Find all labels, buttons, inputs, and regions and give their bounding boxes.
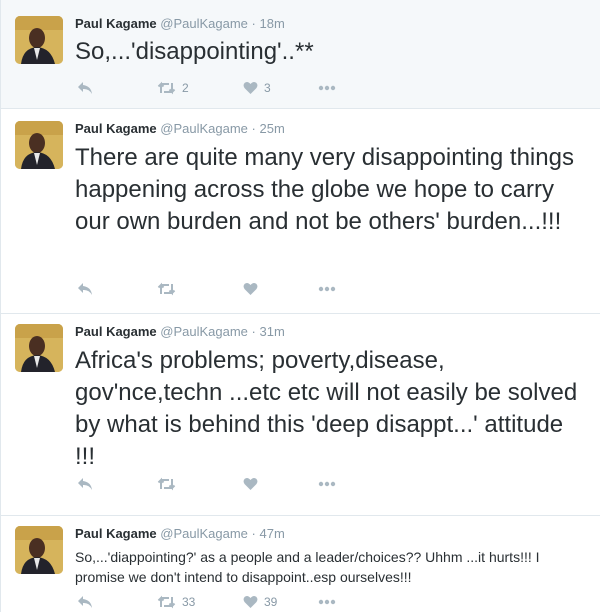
- tweet-time[interactable]: · 47m: [252, 526, 285, 541]
- retweet-icon: [157, 282, 176, 296]
- tweet[interactable]: Paul Kagame @PaulKagame · 25m There are …: [1, 109, 600, 314]
- tweet-text: So,...'diappointing?' as a people and a …: [75, 549, 540, 585]
- profile-photo: [15, 324, 63, 372]
- avatar[interactable]: [15, 121, 63, 169]
- retweet-button[interactable]: 33: [157, 592, 195, 612]
- author-handle[interactable]: @PaulKagame: [160, 324, 248, 339]
- reply-icon: [78, 283, 92, 295]
- reply-icon: [78, 478, 92, 490]
- tweet-time[interactable]: · 31m: [252, 324, 285, 339]
- tweet-time[interactable]: · 25m: [252, 121, 285, 136]
- like-button[interactable]: 3: [243, 78, 271, 98]
- author-handle[interactable]: @PaulKagame: [160, 121, 248, 136]
- heart-icon: [243, 595, 258, 608]
- profile-photo: [15, 16, 63, 64]
- tweet[interactable]: Paul Kagame @PaulKagame · 47m So,...'dia…: [1, 516, 600, 612]
- heart-icon: [243, 81, 258, 94]
- author-handle[interactable]: @PaulKagame: [160, 16, 248, 31]
- tweet-text: So,...'disappointing'..**: [75, 38, 314, 65]
- retweet-button[interactable]: 2: [157, 78, 189, 98]
- more-icon: [318, 481, 336, 487]
- retweet-button[interactable]: [157, 279, 176, 299]
- tweet-actions: 2 3: [75, 78, 375, 98]
- author-name[interactable]: Paul Kagame: [75, 324, 157, 339]
- reply-icon: [78, 82, 92, 94]
- tweet-actions: [75, 279, 375, 299]
- tweet-text: Africa's problems; poverty,disease, gov'…: [75, 347, 578, 470]
- reply-icon: [78, 596, 92, 608]
- tweet-timeline: Paul Kagame @PaulKagame · 18m So,...'dis…: [0, 0, 600, 612]
- tweet[interactable]: Paul Kagame @PaulKagame · 31m Africa's p…: [1, 314, 600, 516]
- avatar[interactable]: [15, 324, 63, 372]
- retweet-count: 33: [182, 595, 196, 609]
- tweet[interactable]: Paul Kagame @PaulKagame · 18m So,...'dis…: [1, 0, 600, 109]
- more-icon: [318, 286, 336, 292]
- tweet-header: Paul Kagame @PaulKagame · 25m: [75, 109, 600, 138]
- avatar[interactable]: [15, 526, 63, 574]
- author-name[interactable]: Paul Kagame: [75, 16, 157, 31]
- reply-button[interactable]: [77, 78, 93, 98]
- like-button[interactable]: [243, 279, 258, 299]
- tweet-text: There are quite many very disappointing …: [75, 144, 574, 235]
- profile-photo: [15, 526, 63, 574]
- tweet-header: Paul Kagame @PaulKagame · 18m: [75, 0, 600, 33]
- retweet-icon: [157, 477, 176, 491]
- more-button[interactable]: [318, 474, 336, 494]
- like-button[interactable]: 39: [243, 592, 277, 612]
- more-icon: [318, 85, 336, 91]
- profile-photo: [15, 121, 63, 169]
- retweet-button[interactable]: [157, 474, 176, 494]
- avatar[interactable]: [15, 16, 63, 64]
- more-button[interactable]: [318, 78, 336, 98]
- author-name[interactable]: Paul Kagame: [75, 526, 157, 541]
- reply-button[interactable]: [77, 279, 93, 299]
- tweet-header: Paul Kagame @PaulKagame · 31m: [75, 314, 600, 341]
- author-name[interactable]: Paul Kagame: [75, 121, 157, 136]
- more-button[interactable]: [318, 592, 336, 612]
- retweet-icon: [157, 595, 176, 609]
- like-button[interactable]: [243, 474, 258, 494]
- like-count: 3: [264, 81, 271, 95]
- tweet-time[interactable]: · 18m: [252, 16, 285, 31]
- tweet-actions: 33 39: [75, 592, 375, 612]
- heart-icon: [243, 282, 258, 295]
- tweet-header: Paul Kagame @PaulKagame · 47m: [75, 516, 600, 543]
- tweet-actions: [75, 474, 375, 494]
- more-icon: [318, 599, 336, 605]
- author-handle[interactable]: @PaulKagame: [160, 526, 248, 541]
- heart-icon: [243, 477, 258, 490]
- retweet-count: 2: [182, 81, 189, 95]
- reply-button[interactable]: [77, 592, 93, 612]
- like-count: 39: [264, 595, 278, 609]
- reply-button[interactable]: [77, 474, 93, 494]
- more-button[interactable]: [318, 279, 336, 299]
- retweet-icon: [157, 81, 176, 95]
